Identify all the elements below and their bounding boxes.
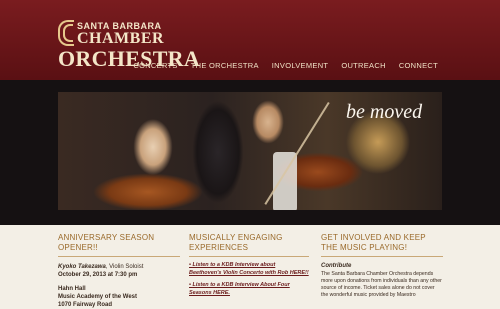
- soloist-line: Kyoko Takezawa, Violin Soloist: [58, 263, 180, 271]
- column-experiences: MUSICALLY ENGAGING EXPERIENCES • Listen …: [189, 233, 309, 297]
- divider: [58, 256, 180, 257]
- logo-monogram-inner-icon: [63, 24, 73, 42]
- nav-concerts[interactable]: CONCERTS: [133, 61, 177, 70]
- concert-date: October 29, 2013 at 7:30 pm: [58, 272, 138, 278]
- divider: [189, 256, 309, 257]
- column-season-opener: ANNIVERSARY SEASON OPENER!! Kyoko Takeza…: [58, 233, 180, 309]
- nav-connect[interactable]: CONNECT: [399, 61, 438, 70]
- column-get-involved: GET INVOLVED AND KEEP THE MUSIC PLAYING!…: [321, 233, 443, 299]
- experiences-heading: MUSICALLY ENGAGING EXPERIENCES: [189, 233, 283, 252]
- venue-name: Hahn Hall: [58, 286, 86, 292]
- soloist-name: Kyoko Takezawa: [58, 264, 106, 270]
- divider: [321, 256, 443, 257]
- site-header: SANTA BARBARA CHAMBER ORCHESTRA CONCERTS…: [0, 0, 500, 80]
- kdb-interview-link-1-text[interactable]: Listen to a KDB Interview about Beethove…: [189, 262, 309, 276]
- kdb-interview-link-1[interactable]: • Listen to a KDB Interview about Beetho…: [189, 262, 309, 277]
- contribute-body: The Santa Barbara Chamber Orchestra depe…: [321, 271, 442, 298]
- hero-tagline: be moved: [346, 101, 423, 123]
- season-opener-heading[interactable]: ANNIVERSARY SEASON OPENER!!: [58, 233, 180, 253]
- nav-outreach[interactable]: OUTREACH: [341, 61, 386, 70]
- kdb-interview-link-2-text[interactable]: Listen to a KDB Interview About Four Sea…: [189, 282, 290, 296]
- nav-the-orchestra[interactable]: THE ORCHESTRA: [191, 61, 259, 70]
- contribute-heading: Contribute: [321, 263, 352, 269]
- get-involved-heading: GET INVOLVED AND KEEP THE MUSIC PLAYING!: [321, 233, 426, 252]
- kdb-interview-link-2[interactable]: • Listen to a KDB Interview About Four S…: [189, 282, 309, 297]
- venue-address: 1070 Fairway Road: [58, 302, 113, 308]
- nav-involvement[interactable]: INVOLVEMENT: [272, 61, 329, 70]
- main-nav: CONCERTS THE ORCHESTRA INVOLVEMENT OUTRE…: [133, 61, 438, 70]
- soloist-role: , Violin Soloist: [105, 264, 144, 270]
